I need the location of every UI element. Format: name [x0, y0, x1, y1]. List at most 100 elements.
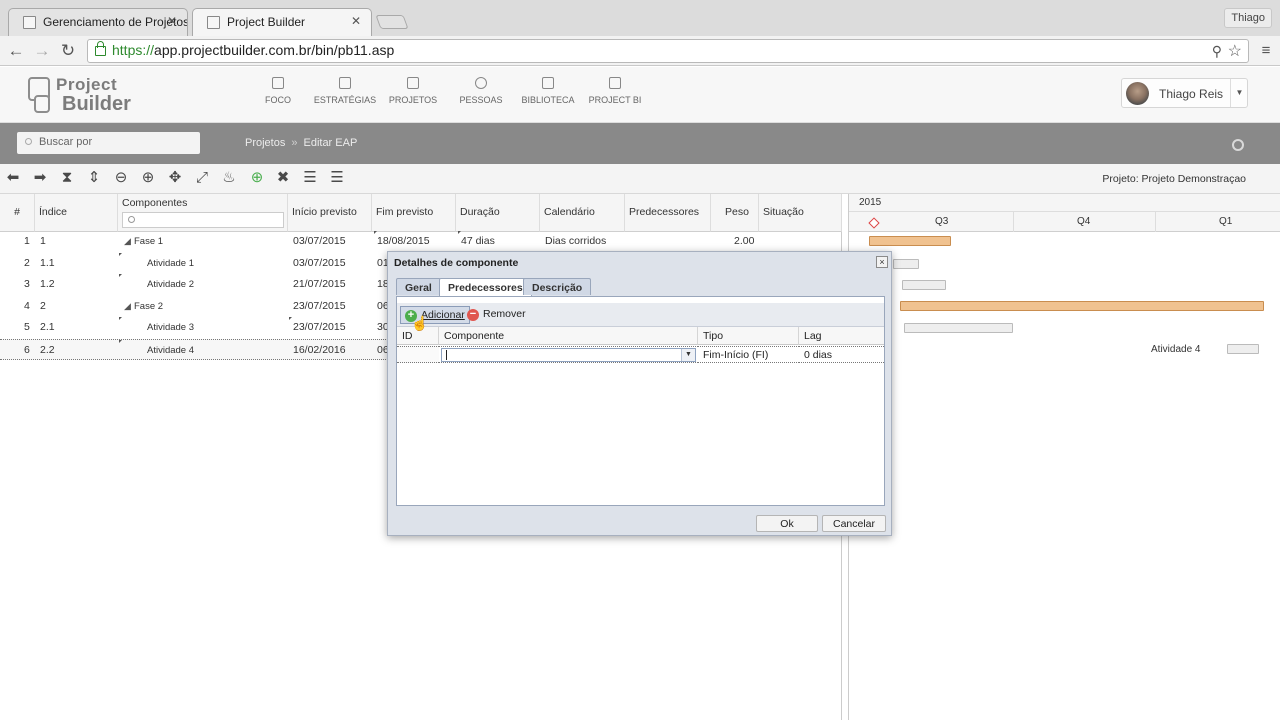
add-icon[interactable]: ⊕ — [248, 169, 266, 187]
remove-button-label: Remover — [483, 308, 526, 320]
row-component: Atividade 4 — [147, 344, 195, 356]
tab-predecessores[interactable]: Predecessores — [439, 278, 532, 296]
bi-icon — [609, 77, 621, 89]
logo-text-line2: Builder — [62, 93, 131, 115]
expand-triangle-icon[interactable]: ◢ — [124, 231, 131, 253]
user-menu-button[interactable]: Thiago Reis ▼ — [1121, 78, 1248, 108]
col-number[interactable]: # — [0, 194, 35, 232]
col-peso[interactable]: Peso — [711, 194, 759, 232]
col-calendario[interactable]: Calendário — [540, 194, 625, 232]
chevron-down-icon[interactable]: ▼ — [681, 349, 695, 361]
nav-estrategias[interactable]: ESTRATÉGIAS — [310, 77, 380, 105]
move-right-icon[interactable]: ➡ — [31, 169, 49, 187]
new-tab-button[interactable] — [375, 15, 409, 29]
browser-tab-bar: Gerenciamento de Projetos ✕ Project Buil… — [0, 0, 1280, 36]
col-componentes[interactable]: Componentes — [118, 194, 288, 232]
indent-icon[interactable]: ☰ — [301, 169, 319, 187]
browser-tab-project-builder[interactable]: Project Builder ✕ — [192, 8, 372, 36]
close-tab-icon[interactable]: ✕ — [351, 14, 361, 28]
menu-icon[interactable]: ≡ — [1256, 41, 1276, 61]
project-builder-logo[interactable]: Project Builder — [26, 75, 156, 117]
close-tab-icon[interactable]: ✕ — [167, 14, 177, 28]
breadcrumb-separator: » — [291, 137, 298, 149]
col-componente[interactable]: Componente — [439, 327, 698, 345]
gantt-bar-atividade-2[interactable] — [902, 280, 946, 290]
outdent-icon[interactable]: ☰ — [328, 169, 346, 187]
move-left-icon[interactable]: ⬅ — [4, 169, 22, 187]
tab-title: Project Builder — [227, 15, 306, 29]
quarter-label: Q3 — [935, 216, 949, 227]
col-lag[interactable]: Lag — [799, 327, 884, 345]
row-end: 18 — [377, 278, 388, 290]
col-fim[interactable]: Fim previsto — [372, 194, 456, 232]
row-number: 6 — [24, 343, 30, 356]
row-end: 18/08/2015 — [374, 231, 430, 253]
remove-button[interactable]: − Remover — [463, 306, 530, 324]
collapse-icon[interactable]: ⧗ — [58, 169, 76, 187]
edited-marker-icon — [119, 252, 122, 256]
table-row[interactable]: 1 1 ◢ Fase 1 03/07/2015 18/08/2015 47 di… — [0, 231, 842, 253]
profile-badge[interactable]: Thiago — [1224, 8, 1272, 28]
gantt-bar-atividade-3[interactable] — [904, 323, 1013, 333]
delete-icon[interactable]: ✖ — [274, 169, 292, 187]
ok-button[interactable]: Ok — [756, 515, 818, 532]
row-calendar: Dias corridos — [545, 235, 607, 247]
forward-arrow-icon[interactable]: → — [32, 41, 52, 61]
nav-project-bi[interactable]: PROJECT BI — [580, 77, 650, 105]
col-inicio[interactable]: Início previsto — [288, 194, 372, 232]
nav-pessoas[interactable]: PESSOAS — [446, 77, 516, 105]
row-index: 1.1 — [40, 256, 55, 269]
col-duracao[interactable]: Duração — [456, 194, 540, 232]
strategy-icon — [339, 77, 351, 89]
tab-descricao[interactable]: Descrição — [523, 278, 592, 295]
breadcrumb-projetos[interactable]: Projetos — [245, 137, 285, 149]
expand-triangle-icon[interactable]: ◢ — [124, 296, 131, 318]
zoom-icon[interactable]: ⚲ — [1212, 43, 1222, 60]
logo-text-line1: Project — [56, 75, 118, 94]
col-situacao[interactable]: Situação — [759, 194, 842, 232]
edited-marker-icon — [289, 317, 292, 320]
gantt-bar-atividade-1[interactable] — [893, 259, 919, 269]
avatar — [1126, 82, 1149, 105]
predecessor-component-cell[interactable]: ▼ — [439, 346, 698, 363]
predecessors-panel: + Adicionar − Remover ID Componente Tipo… — [396, 296, 885, 506]
row-marker — [119, 339, 129, 360]
edited-marker-icon — [119, 339, 122, 343]
nav-projetos[interactable]: PROJETOS — [378, 77, 448, 105]
gantt-bar-fase-1[interactable] — [869, 236, 951, 246]
url-text: app.projectbuilder.com.br/bin/pb11.asp — [154, 42, 395, 58]
col-indice[interactable]: Índice — [35, 194, 118, 232]
reload-icon[interactable]: ↻ — [58, 41, 78, 61]
col-predecessores[interactable]: Predecessores — [625, 194, 711, 232]
library-icon — [542, 77, 554, 89]
fit-icon[interactable]: ⤢ — [193, 169, 211, 187]
browser-tab-gerenciamento[interactable]: Gerenciamento de Projetos ✕ — [8, 8, 188, 36]
bookmark-star-icon[interactable]: ☆ — [1228, 41, 1242, 61]
component-combobox[interactable]: ▼ — [441, 348, 696, 362]
gantt-bar-fase-2[interactable] — [900, 301, 1264, 311]
predecessor-lag-cell[interactable]: 0 dias — [799, 346, 884, 363]
search-input[interactable]: Buscar por — [17, 132, 200, 154]
close-icon[interactable]: × — [876, 256, 888, 268]
critical-path-icon[interactable]: ♨ — [220, 169, 238, 187]
move-icon[interactable]: ✥ — [166, 169, 184, 187]
nav-foco[interactable]: FOCO — [243, 77, 313, 105]
gantt-bar-atividade-4[interactable] — [1227, 344, 1259, 354]
nav-label: PROJETOS — [388, 95, 438, 105]
predecessor-id-cell[interactable] — [397, 346, 439, 363]
back-arrow-icon[interactable]: ← — [6, 41, 26, 61]
row-number: 3 — [24, 278, 30, 290]
cancel-button[interactable]: Cancelar — [822, 515, 886, 532]
sort-icon[interactable]: ⇕ — [85, 169, 103, 187]
predecessor-type-cell[interactable]: Fim-Início (FI) — [698, 346, 799, 363]
componentes-filter-input[interactable] — [122, 212, 284, 228]
caret-down-icon[interactable]: ▼ — [1230, 79, 1248, 107]
hand-cursor-icon: ☝ — [411, 315, 429, 331]
settings-icon[interactable] — [1232, 139, 1244, 151]
tab-geral[interactable]: Geral — [396, 278, 441, 295]
zoom-in-icon[interactable]: ⊕ — [139, 169, 157, 187]
address-bar[interactable]: https://app.projectbuilder.com.br/bin/pb… — [87, 39, 1249, 63]
nav-biblioteca[interactable]: BIBLIOTECA — [513, 77, 583, 105]
zoom-out-icon[interactable]: ⊖ — [112, 169, 130, 187]
col-tipo[interactable]: Tipo — [698, 327, 799, 345]
